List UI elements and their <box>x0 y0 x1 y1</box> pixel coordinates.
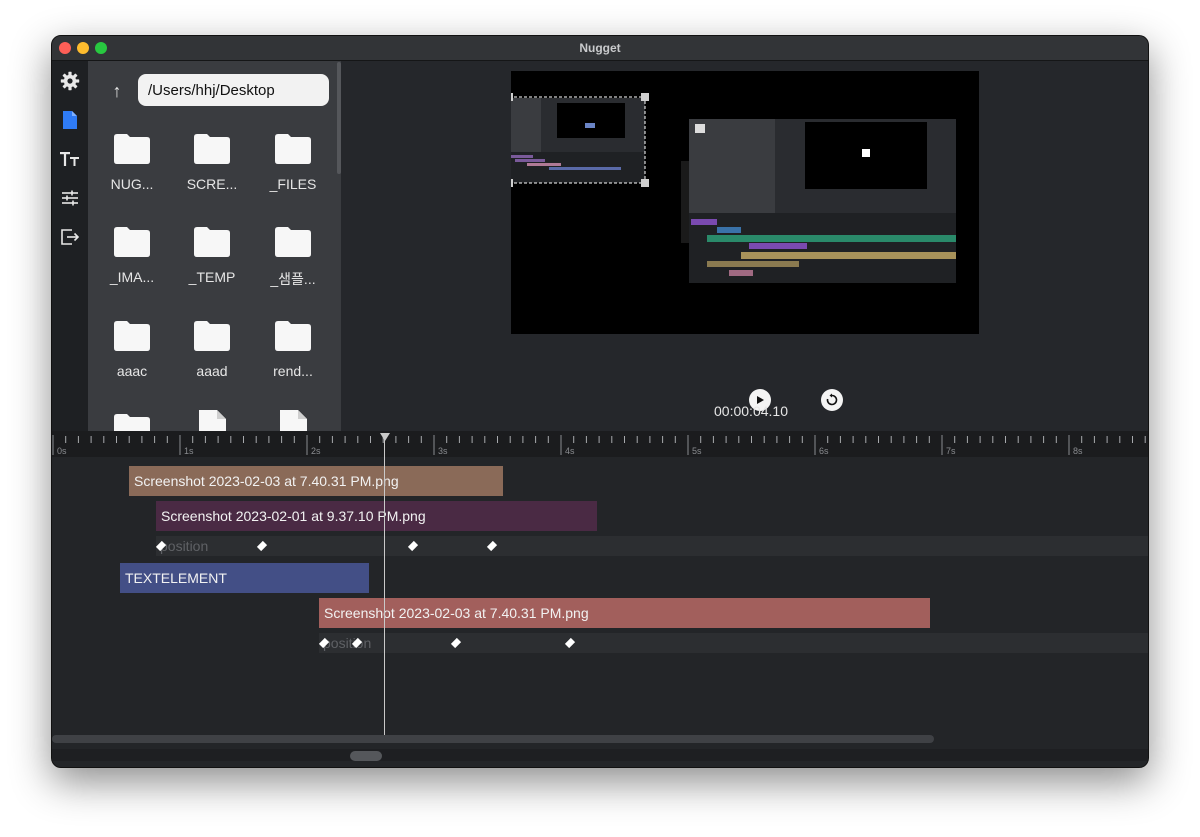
keyframe-diamond[interactable] <box>256 540 268 552</box>
timeline-horizontal-scrollbar[interactable] <box>52 749 1148 761</box>
timeline-track-scrollbar[interactable] <box>52 735 934 743</box>
ruler-label: 7s <box>946 446 956 456</box>
folder-icon <box>114 134 150 164</box>
gear-icon[interactable] <box>59 70 81 92</box>
property-label: position <box>323 635 372 651</box>
preview-frame <box>505 93 956 283</box>
folder-icon <box>275 227 311 257</box>
ruler-label: 4s <box>565 446 575 456</box>
restart-button[interactable] <box>821 389 843 411</box>
up-arrow-icon[interactable]: ↑ <box>106 80 128 102</box>
timeline: 0s 1s 2s 3s 4s 5s 6s 7s 8s Screenshot 2023-02-03… <box>52 431 1148 767</box>
file-item[interactable]: _샘플... <box>253 221 333 305</box>
app-window: Nugget ↑ NUG... SCRE... <box>51 35 1149 768</box>
file-icon <box>280 410 307 431</box>
ruler-ticks: 0s 1s 2s 3s 4s 5s 6s 7s 8s <box>52 435 1146 456</box>
ruler-label: 1s <box>184 446 194 456</box>
property-row: position <box>155 536 1148 556</box>
folder-icon <box>194 227 230 257</box>
folder-icon <box>114 414 150 431</box>
folder-icon <box>275 134 311 164</box>
file-item-label: SCRE... <box>186 176 238 192</box>
file-item[interactable] <box>253 408 333 431</box>
preview-area: 00:00:04.10 <box>341 61 1148 431</box>
time-ruler[interactable]: 0s 1s 2s 3s 4s 5s 6s 7s 8s <box>52 431 1148 457</box>
keyframe-diamond[interactable] <box>564 637 576 649</box>
document-icon[interactable] <box>59 109 81 131</box>
playhead-handle[interactable] <box>380 433 390 441</box>
keyframe-diamond[interactable] <box>450 637 462 649</box>
ruler-label: 0s <box>57 446 67 456</box>
clip-label: TEXTELEMENT <box>125 570 227 586</box>
file-item[interactable]: _IMA... <box>92 221 172 305</box>
ruler-label: 5s <box>692 446 702 456</box>
keyframe-diamond[interactable] <box>407 540 419 552</box>
scrollbar-thumb[interactable] <box>350 751 382 761</box>
timeline-clip[interactable]: Screenshot 2023-02-01 at 9.37.10 PM.png <box>156 501 597 531</box>
file-item[interactable]: _FILES <box>253 128 333 212</box>
file-item-label: NUG... <box>110 176 154 192</box>
folder-icon <box>114 321 150 351</box>
folder-icon <box>194 321 230 351</box>
clip-label: Screenshot 2023-02-03 at 7.40.31 PM.png <box>324 605 589 621</box>
file-browser: ↑ NUG... SCRE... _FILES _IMA... _TEMP _샘… <box>88 61 341 431</box>
path-input[interactable] <box>138 74 329 106</box>
folder-icon <box>114 227 150 257</box>
title-bar: Nugget <box>52 36 1148 61</box>
ruler-label: 3s <box>438 446 448 456</box>
timecode: 00:00:04.10 <box>714 403 788 419</box>
file-item[interactable]: SCRE... <box>172 128 252 212</box>
tool-sidebar <box>52 61 88 431</box>
property-row: position <box>318 633 1148 653</box>
property-label: position <box>160 538 209 554</box>
file-item[interactable]: aaac <box>92 315 172 399</box>
window-title: Nugget <box>579 41 621 55</box>
file-item[interactable]: aaad <box>172 315 252 399</box>
file-item[interactable] <box>172 408 252 431</box>
file-icon <box>199 410 226 431</box>
clip-label: Screenshot 2023-02-01 at 9.37.10 PM.png <box>161 508 426 524</box>
clip-label: Screenshot 2023-02-03 at 7.40.31 PM.png <box>134 473 399 489</box>
file-item-label: _IMA... <box>109 269 155 285</box>
ruler-label: 8s <box>1073 446 1083 456</box>
file-item[interactable]: _TEMP <box>172 221 252 305</box>
file-item-label: aaac <box>116 363 148 379</box>
ruler-label: 2s <box>311 446 321 456</box>
file-item-label: _TEMP <box>188 269 236 285</box>
keyframe-diamond[interactable] <box>486 540 498 552</box>
file-item[interactable]: NUG... <box>92 128 172 212</box>
file-item-label: rend... <box>273 363 313 379</box>
file-item-label: _샘플... <box>270 271 316 287</box>
folder-icon <box>275 321 311 351</box>
file-item-label: aaad <box>196 363 228 379</box>
preview-canvas[interactable] <box>505 71 979 334</box>
timeline-clip[interactable]: TEXTELEMENT <box>120 563 369 593</box>
text-icon[interactable] <box>59 148 81 170</box>
playhead-line[interactable] <box>384 433 385 736</box>
sliders-icon[interactable] <box>59 187 81 209</box>
ruler-label: 6s <box>819 446 829 456</box>
timeline-clip[interactable]: Screenshot 2023-02-03 at 7.40.31 PM.png <box>319 598 930 628</box>
file-item[interactable] <box>92 408 172 431</box>
export-icon[interactable] <box>59 226 81 248</box>
folder-icon <box>194 134 230 164</box>
file-item[interactable]: rend... <box>253 315 333 399</box>
timeline-clip[interactable]: Screenshot 2023-02-03 at 7.40.31 PM.png <box>129 466 503 496</box>
file-item-label: _FILES <box>269 176 317 192</box>
